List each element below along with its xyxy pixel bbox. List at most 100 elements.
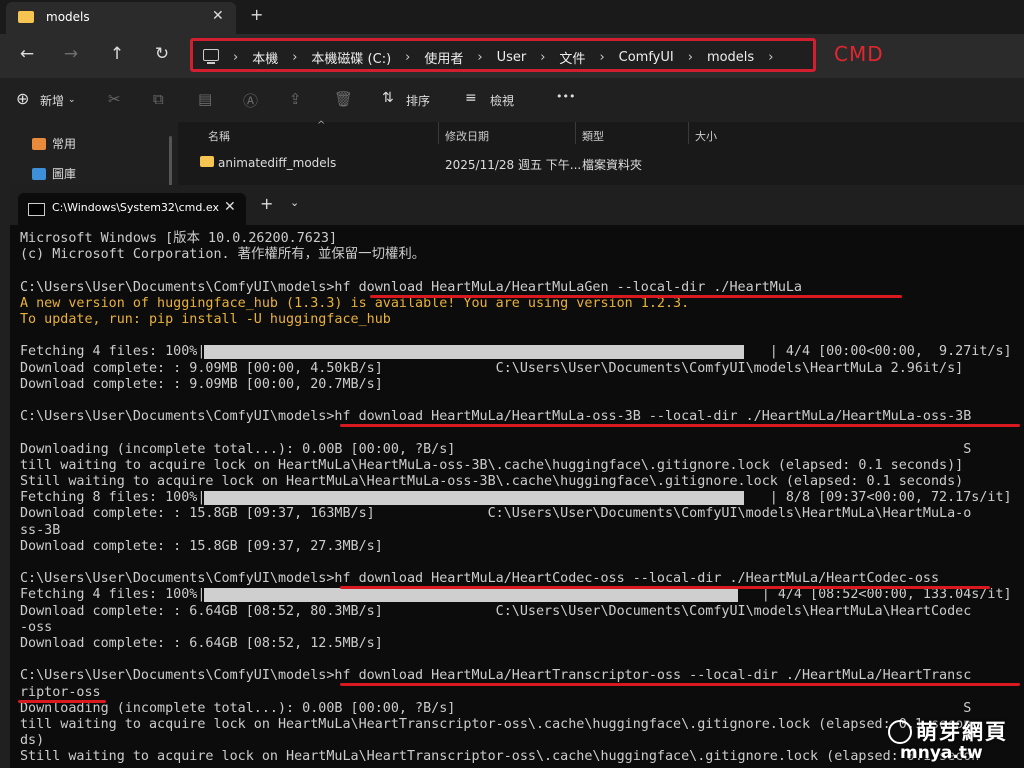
file-date: 2025/11/28 週五 下午...	[445, 158, 582, 172]
view-icon[interactable]: ≡	[465, 90, 477, 106]
breadcrumb-item[interactable]: 本機	[252, 48, 278, 67]
column-header-name[interactable]: 名稱	[208, 128, 230, 144]
file-type: 檔案資料夾	[582, 158, 643, 172]
terminal-line: Download complete: : 6.64GB [08:52, 80.3…	[20, 603, 972, 619]
terminal-line: C:\Users\User\Documents\ComfyUI\models>h…	[20, 668, 972, 684]
column-divider[interactable]	[688, 122, 689, 144]
sidebar-item-home[interactable]: 常用	[32, 135, 76, 152]
sidebar-item-label: 圖庫	[52, 167, 77, 181]
navigation-pane: 常用 圖庫	[0, 122, 178, 192]
view-button[interactable]: 檢視	[490, 92, 514, 109]
annotation-underline	[18, 699, 106, 703]
breadcrumb-separator[interactable]: ›	[540, 50, 545, 65]
progress-bar	[204, 588, 738, 603]
breadcrumb-separator[interactable]: ›	[292, 50, 297, 65]
terminal-line: Download complete: : 9.09MB [00:00, 20.7…	[20, 376, 383, 392]
cut-icon[interactable]: ✂	[108, 90, 121, 108]
terminal-line: Download complete: : 9.09MB [00:00, 4.50…	[20, 360, 964, 376]
copy-icon[interactable]: ⧉	[153, 90, 164, 108]
terminal-line: Still waiting to acquire lock on HeartMu…	[20, 474, 964, 489]
new-button[interactable]: 新增	[40, 92, 64, 109]
home-icon	[32, 138, 46, 150]
breadcrumb-separator[interactable]: ›	[477, 50, 482, 65]
breadcrumb-item[interactable]: 本機磁碟 (C:)	[311, 48, 391, 67]
explorer-toolbar: ⊕ 新增 ⌄ ✂ ⧉ ▤ Ⓐ ⇪ 🗑 ⇅ 排序 ≡ 檢視 •••	[0, 78, 1024, 123]
sort-button[interactable]: 排序	[406, 92, 430, 109]
terminal-line: ss-3B	[20, 522, 61, 538]
new-tab-button[interactable]: +	[250, 5, 263, 24]
new-tab-button[interactable]: +	[260, 194, 273, 213]
column-divider[interactable]	[575, 122, 576, 144]
cmd-window: C:\Windows\System32\cmd.ex ✕ + ⌄ Microso…	[10, 185, 1024, 768]
cmd-tab[interactable]: C:\Windows\System32\cmd.ex ✕	[18, 193, 246, 225]
terminal-line: -oss	[20, 619, 53, 635]
share-icon[interactable]: ⇪	[289, 90, 302, 108]
watermark: 萌芽網頁 mnya.tw	[886, 716, 1024, 768]
explorer-tab[interactable]: models ✕	[6, 2, 236, 34]
address-bar[interactable]: › 本機 › 本機磁碟 (C:) › 使用者 › User › 文件 › ComfyUI › models…	[190, 38, 816, 72]
sidebar-item-label: 常用	[52, 137, 77, 151]
cmd-tab-bar: C:\Windows\System32\cmd.ex ✕ + ⌄	[10, 185, 1024, 225]
terminal-line: C:\Users\User\Documents\ComfyUI\models>h…	[20, 409, 972, 425]
sidebar-item-gallery[interactable]: 圖庫	[32, 165, 76, 182]
delete-icon[interactable]: 🗑	[334, 90, 353, 108]
annotation-underline	[340, 424, 1020, 428]
chevron-down-icon[interactable]: ⌄	[68, 95, 76, 105]
breadcrumb-separator[interactable]: ›	[599, 50, 604, 65]
chevron-down-icon[interactable]: ⌄	[290, 196, 299, 209]
column-header-type[interactable]: 類型	[582, 128, 604, 144]
explorer-tab-bar: models ✕ +	[0, 0, 1024, 34]
folder-icon	[18, 11, 34, 23]
plus-icon[interactable]: ⊕	[16, 89, 29, 108]
breadcrumb-separator[interactable]: ›	[405, 50, 410, 65]
annotation-underline	[340, 683, 1020, 687]
terminal-line: Downloading (incomplete total...): 0.00B…	[20, 700, 972, 716]
progress-bar	[204, 345, 744, 360]
terminal-line: C:\Users\User\Documents\ComfyUI\models>h…	[20, 571, 940, 587]
breadcrumb-separator[interactable]: ›	[688, 50, 693, 65]
explorer-tab-title: models	[46, 10, 90, 24]
rename-icon[interactable]: Ⓐ	[243, 90, 258, 111]
breadcrumb-separator[interactable]: ›	[233, 50, 238, 65]
terminal-line: A new version of huggingface_hub (1.3.3)…	[20, 295, 690, 311]
file-list: 名稱 ^ 修改日期 類型 大小 animatediff_models 2025/…	[178, 120, 1024, 192]
breadcrumb-item[interactable]: 使用者	[424, 48, 463, 67]
more-options-button[interactable]: •••	[556, 90, 575, 103]
column-header-date[interactable]: 修改日期	[445, 128, 489, 144]
breadcrumb-item[interactable]: 文件	[559, 48, 585, 67]
close-icon[interactable]: ✕	[212, 8, 224, 24]
close-icon[interactable]: ✕	[224, 199, 236, 215]
terminal-line: Still waiting to acquire lock on HeartMu…	[20, 749, 980, 765]
sidebar-scrollbar[interactable]	[169, 136, 172, 186]
breadcrumb-item[interactable]: ComfyUI	[619, 50, 674, 65]
terminal-line: To update, run: pip install -U huggingfa…	[20, 312, 391, 327]
terminal-line: ds)	[20, 733, 45, 749]
back-button[interactable]: ←	[16, 44, 38, 64]
navigation-bar: ← → ↑ ↻ › 本機 › 本機磁碟 (C:) › 使用者 › User › 文件 › ComfyU…	[0, 34, 1024, 78]
breadcrumb: › 本機 › 本機磁碟 (C:) › 使用者 › User › 文件 › ComfyUI › models…	[229, 48, 773, 67]
terminal-line: Download complete: : 15.8GB [09:37, 27.3…	[20, 538, 383, 554]
breadcrumb-expand-icon[interactable]: ›	[768, 50, 773, 65]
computer-icon	[203, 49, 219, 64]
watermark-title: 萌芽網頁	[916, 720, 1008, 744]
watermark-url: mnya.tw	[900, 743, 983, 763]
terminal-output[interactable]: Microsoft Windows [版本 10.0.26200.7623] (c…	[10, 225, 1024, 768]
terminal-line: Microsoft Windows [版本 10.0.26200.7623]	[20, 231, 338, 246]
file-name: animatediff_models	[218, 156, 337, 170]
terminal-line: Download complete: : 15.8GB [09:37, 163M…	[20, 506, 972, 522]
sort-icon[interactable]: ⇅	[382, 90, 394, 106]
sort-arrow-icon: ^	[317, 120, 326, 131]
terminal-line: till waiting to acquire lock on HeartMuL…	[20, 457, 964, 473]
breadcrumb-item[interactable]: User	[497, 50, 527, 65]
column-header-size[interactable]: 大小	[695, 128, 717, 144]
terminal-line: C:\Users\User\Documents\ComfyUI\models>h…	[20, 279, 802, 295]
logo-icon	[888, 720, 912, 744]
breadcrumb-item[interactable]: models	[707, 50, 754, 65]
forward-button[interactable]: →	[60, 44, 82, 64]
refresh-button[interactable]: ↻	[151, 44, 173, 64]
up-button[interactable]: ↑	[106, 44, 128, 64]
terminal-line: till waiting to acquire lock on HeartMuL…	[20, 717, 972, 732]
terminal-line: riptor-oss	[20, 684, 101, 700]
paste-icon[interactable]: ▤	[198, 90, 212, 108]
column-divider[interactable]	[438, 122, 439, 144]
